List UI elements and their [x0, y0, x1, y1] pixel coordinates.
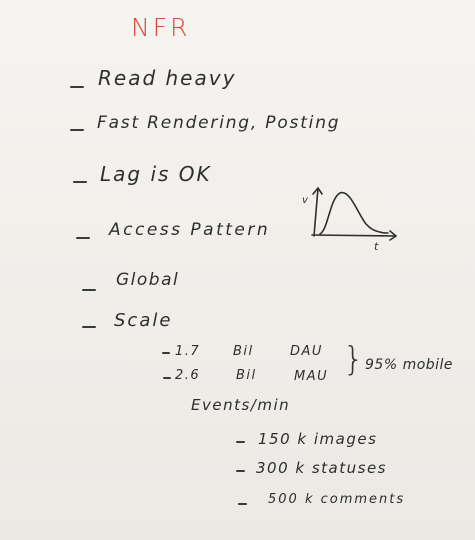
mau-label: MAU [294, 369, 329, 384]
sub-bullet-dash [236, 470, 245, 472]
mau-value: 2.6 [175, 368, 201, 383]
sub-bullet-dash [162, 352, 170, 354]
item-global: Global [116, 270, 180, 290]
sketch-y-axis [313, 187, 319, 237]
whiteboard: NFR Read heavy Fast Rendering, Posting L… [0, 0, 475, 540]
events-header: Events/min [191, 396, 291, 414]
sub-bullet-dash [238, 503, 247, 505]
item-read-heavy: Read heavy [98, 66, 237, 90]
item-scale: Scale [114, 310, 173, 331]
mau-unit: Bil [236, 368, 257, 383]
bullet-dash [73, 181, 87, 183]
bullet-dash [82, 289, 96, 291]
bullet-dash [70, 86, 84, 88]
event-images: 150 k images [258, 430, 378, 448]
access-pattern-sketch: v t [302, 187, 397, 253]
sketch-x-axis [311, 234, 397, 237]
item-fast-rendering: Fast Rendering, Posting [97, 113, 341, 133]
event-statuses: 300 k statuses [256, 459, 387, 477]
sketch-y-label: v [302, 195, 309, 206]
bullet-dash [70, 129, 84, 131]
item-access-pattern: Access Pattern [109, 220, 271, 240]
dau-label: DAU [290, 344, 323, 359]
sub-bullet-dash [236, 441, 245, 443]
bullet-dash [76, 237, 90, 239]
event-comments: 500 k comments [268, 492, 406, 507]
dau-unit: Bil [233, 344, 254, 359]
bullet-dash [82, 326, 96, 328]
sketch-x-label: t [374, 240, 379, 253]
item-lag-is-ok: Lag is OK [100, 162, 212, 186]
curly-brace: } [343, 339, 366, 378]
sketch-curve [319, 191, 389, 235]
sub-bullet-dash [163, 377, 171, 379]
mobile-note: 95% mobile [365, 357, 454, 373]
whiteboard-title: NFR [131, 13, 191, 42]
dau-value: 1.7 [175, 344, 201, 359]
